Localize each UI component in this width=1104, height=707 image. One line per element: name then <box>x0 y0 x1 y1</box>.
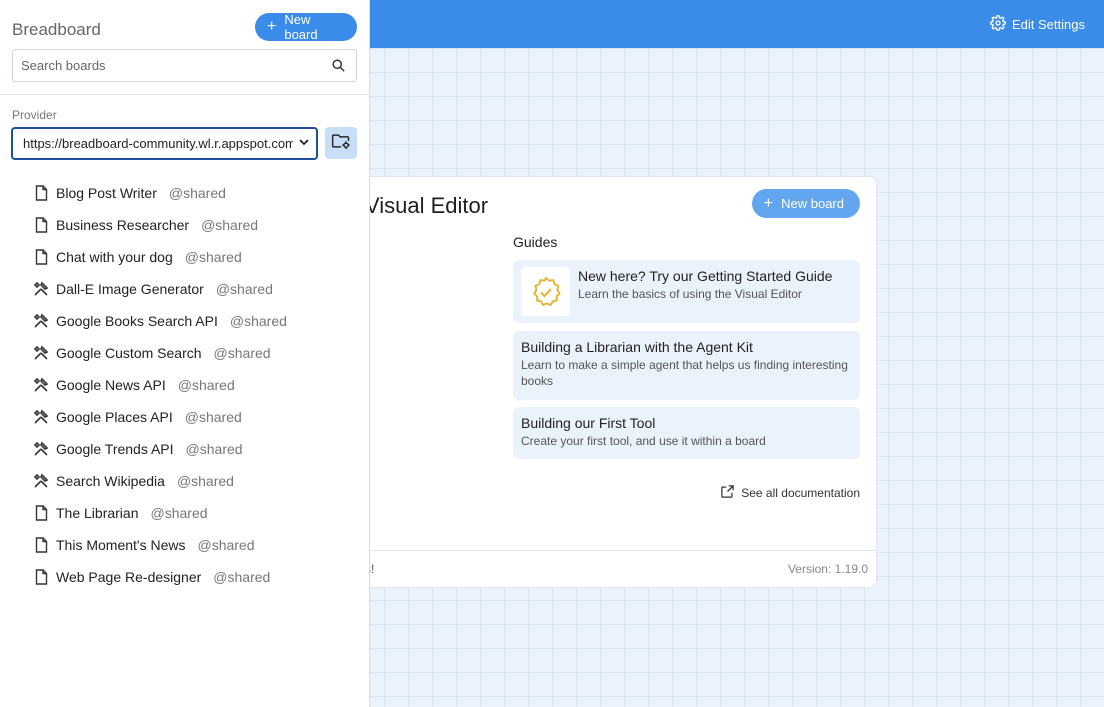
app-title: Breadboard <box>12 20 101 39</box>
plus-icon: + <box>763 194 774 212</box>
version-text: Version: 1.19.0 <box>787 562 868 576</box>
guide-first-tool[interactable]: Building our First Tool Create your firs… <box>513 407 860 459</box>
guide-getting-started[interactable]: New here? Try our Getting Started Guide … <box>513 260 860 323</box>
board-tag: @shared <box>213 569 271 585</box>
board-name: The Librarian <box>56 505 139 521</box>
board-list-item[interactable]: Dall-E Image Generator @shared <box>32 273 362 305</box>
guide-description: Create your first tool, and use it withi… <box>521 434 766 448</box>
board-name: This Moment's News <box>56 537 186 553</box>
board-tag: @shared <box>177 377 235 393</box>
see-all-documentation-link[interactable]: See all documentation <box>720 484 860 502</box>
board-name: Search Wikipedia <box>56 473 165 489</box>
edit-settings-button[interactable]: Edit Settings <box>990 14 1085 34</box>
tool-icon <box>32 376 50 394</box>
plus-icon: + <box>267 18 277 35</box>
board-list: Blog Post Writer @shared Business Research… <box>32 177 362 593</box>
provider-selected-value: https://breadboard-community.wl.r.appspo… <box>23 136 293 151</box>
welcome-footer: s! Version: 1.19.0 <box>281 550 876 587</box>
board-list-item[interactable]: Chat with your dog @shared <box>32 241 362 273</box>
guide-description: Learn the basics of using the Visual Edi… <box>578 287 802 301</box>
tool-icon <box>32 312 50 330</box>
board-name: Google Books Search API <box>56 313 218 329</box>
board-tag: @shared <box>213 345 271 361</box>
board-sidebar: Breadboard + New board Provider https://… <box>0 0 370 707</box>
tool-icon <box>32 344 50 362</box>
chevron-down-icon <box>298 136 310 151</box>
folder-settings-button[interactable] <box>325 127 357 159</box>
board-name: Chat with your dog <box>56 249 173 265</box>
gear-icon <box>990 14 1006 34</box>
file-icon <box>32 504 50 522</box>
search-input[interactable] <box>13 50 313 81</box>
board-tag: @shared <box>201 217 259 233</box>
tool-icon <box>32 472 50 490</box>
new-board-label: New board <box>781 196 844 211</box>
provider-label: Provider <box>12 108 57 122</box>
board-list-item[interactable]: Google Books Search API @shared <box>32 305 362 337</box>
board-tag: @shared <box>184 249 242 265</box>
board-list-item[interactable]: Search Wikipedia @shared <box>32 465 362 497</box>
board-tag: @shared <box>197 537 255 553</box>
external-link-icon <box>720 484 735 502</box>
board-tag: @shared <box>229 313 287 329</box>
search-icon[interactable] <box>331 58 346 78</box>
welcome-new-board-button[interactable]: + New board <box>751 189 860 218</box>
new-board-button[interactable]: + New board <box>255 12 357 42</box>
verified-badge-icon <box>521 267 570 316</box>
board-name: Google Places API <box>56 409 173 425</box>
board-list-item[interactable]: Blog Post Writer @shared <box>32 177 362 209</box>
board-list-item[interactable]: Google Custom Search @shared <box>32 337 362 369</box>
file-icon <box>32 216 50 234</box>
see-all-label: See all documentation <box>741 486 860 500</box>
board-list-item[interactable]: Google Trends API @shared <box>32 433 362 465</box>
tool-icon <box>32 440 50 458</box>
board-name: Google Custom Search <box>56 345 202 361</box>
board-tag: @shared <box>215 281 273 297</box>
board-list-item[interactable]: Google News API @shared <box>32 369 362 401</box>
board-list-item[interactable]: Web Page Re-designer @shared <box>32 561 362 593</box>
file-icon <box>32 536 50 554</box>
file-icon <box>32 568 50 586</box>
board-name: Web Page Re-designer <box>56 569 202 585</box>
divider <box>0 94 370 95</box>
board-tag: @shared <box>176 473 234 489</box>
guide-title: Building our First Tool <box>521 415 656 431</box>
board-name: Business Researcher <box>56 217 190 233</box>
board-name: Google News API <box>56 377 166 393</box>
board-list-item[interactable]: This Moment's News @shared <box>32 529 362 561</box>
board-list-item[interactable]: Business Researcher @shared <box>32 209 362 241</box>
new-board-label: New board <box>284 12 318 42</box>
file-icon <box>32 248 50 266</box>
guide-librarian[interactable]: Building a Librarian with the Agent Kit … <box>513 331 860 400</box>
board-name: Blog Post Writer <box>56 185 157 201</box>
guide-title: Building a Librarian with the Agent Kit <box>521 339 753 355</box>
folder-gear-icon <box>331 132 351 155</box>
welcome-title: Visual Editor <box>365 193 489 218</box>
guides-heading: Guides <box>513 234 558 250</box>
board-list-item[interactable]: Google Places API @shared <box>32 401 362 433</box>
guide-title: New here? Try our Getting Started Guide <box>578 268 833 284</box>
file-icon <box>32 184 50 202</box>
edit-settings-label: Edit Settings <box>1012 16 1085 32</box>
search-box <box>12 49 357 82</box>
tool-icon <box>32 408 50 426</box>
provider-select[interactable]: https://breadboard-community.wl.r.appspo… <box>11 127 318 160</box>
guide-description: Learn to make a simple agent that helps … <box>521 358 848 388</box>
board-tag: @shared <box>150 505 208 521</box>
board-list-item[interactable]: The Librarian @shared <box>32 497 362 529</box>
board-tag: @shared <box>185 441 243 457</box>
board-tag: @shared <box>184 409 242 425</box>
tool-icon <box>32 280 50 298</box>
board-name: Google Trends API <box>56 441 174 457</box>
board-name: Dall-E Image Generator <box>56 281 204 297</box>
board-tag: @shared <box>168 185 226 201</box>
